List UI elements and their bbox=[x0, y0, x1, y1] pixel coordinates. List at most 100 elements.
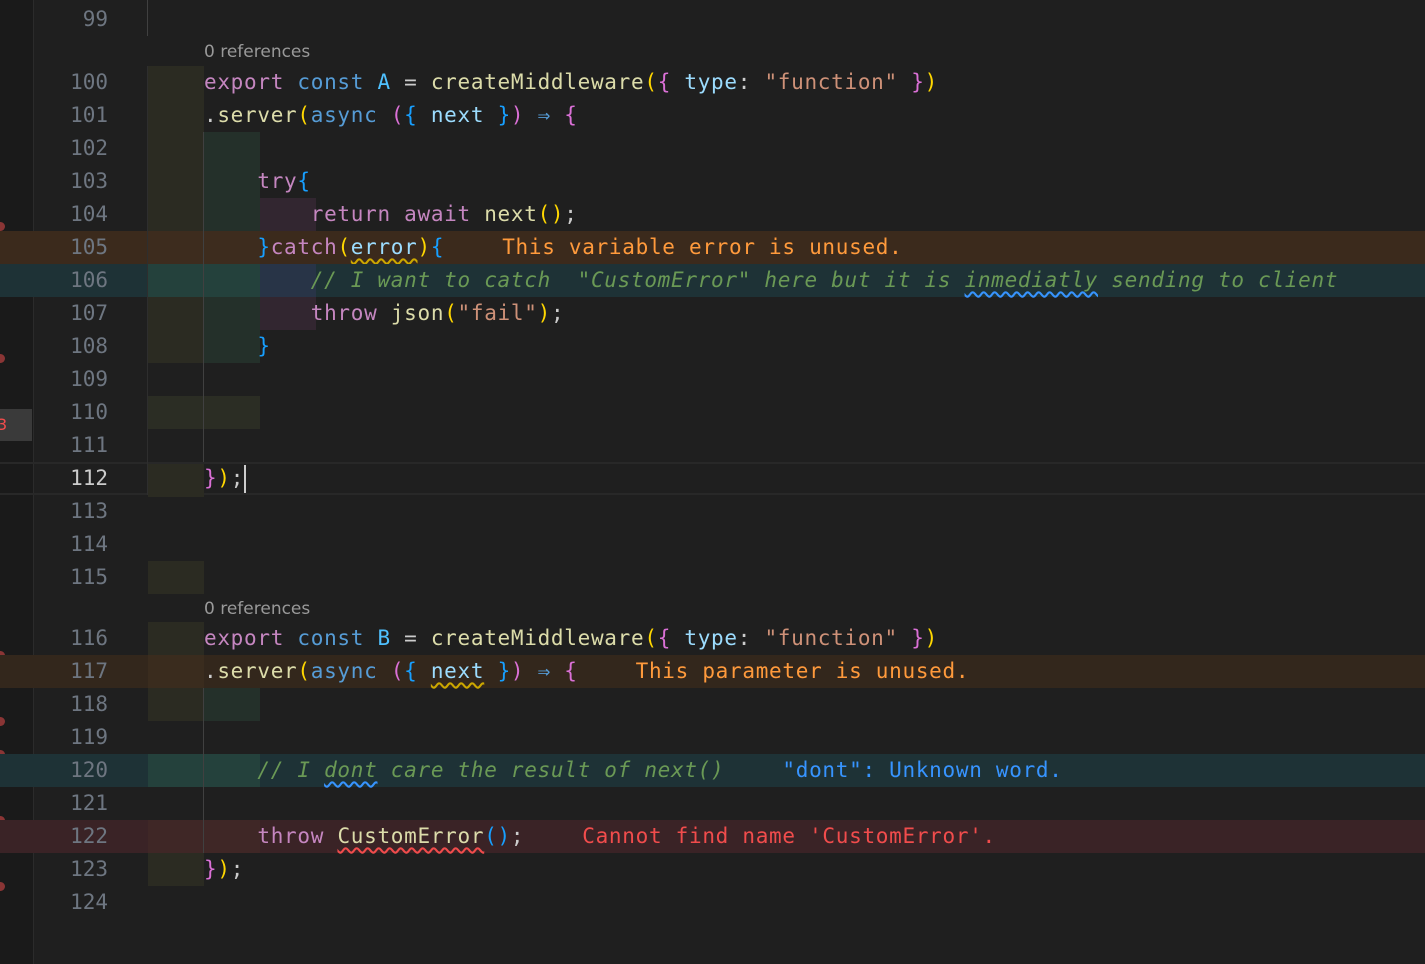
line-number[interactable]: 111 bbox=[40, 429, 108, 462]
indent-highlight bbox=[148, 561, 204, 594]
line-code[interactable]: export const B = createMiddleware({ type… bbox=[204, 622, 938, 655]
line-number[interactable]: 113 bbox=[40, 495, 108, 528]
line-number[interactable]: 107 bbox=[40, 297, 108, 330]
code-token: // I want to catch "CustomError" here bu… bbox=[310, 268, 965, 292]
line-number[interactable]: 110 bbox=[40, 396, 108, 429]
line-number[interactable]: 104 bbox=[40, 198, 108, 231]
code-line[interactable]: 117 .server(async ({ next }) ⇒ {This para… bbox=[0, 655, 1425, 688]
line-code[interactable]: }catch(error){This variable error is unu… bbox=[204, 231, 902, 264]
line-number[interactable]: 100 bbox=[40, 66, 108, 99]
line-code[interactable]: try{ bbox=[204, 165, 311, 198]
line-code[interactable]: throw CustomError(); Cannot find name 'Cu… bbox=[204, 820, 996, 853]
code-token: error bbox=[350, 235, 418, 259]
line-code[interactable]: } bbox=[204, 330, 271, 363]
code-token: ( bbox=[644, 70, 658, 94]
line-code[interactable]: }); bbox=[204, 462, 247, 495]
code-token: { bbox=[297, 169, 311, 193]
code-token: } bbox=[257, 235, 271, 259]
code-token: json bbox=[390, 301, 445, 325]
line-number[interactable]: 102 bbox=[40, 132, 108, 165]
line-number[interactable]: 115 bbox=[40, 561, 108, 594]
code-line[interactable]: 100 export const A = createMiddleware({ t… bbox=[0, 66, 1425, 99]
code-line[interactable]: 99 bbox=[0, 3, 1425, 36]
code-line[interactable]: 121 bbox=[0, 787, 1425, 820]
code-token: ) bbox=[217, 857, 231, 881]
line-number[interactable]: 121 bbox=[40, 787, 108, 820]
code-token: next bbox=[430, 659, 485, 683]
code-token: inmediatly bbox=[964, 268, 1098, 292]
line-number[interactable]: 112 bbox=[40, 462, 108, 495]
line-number[interactable]: 124 bbox=[40, 886, 108, 919]
code-line[interactable]: 101 .server(async ({ next }) ⇒ { bbox=[0, 99, 1425, 132]
code-editor[interactable]: 3 0 references 0 references 99 100 export … bbox=[0, 0, 1425, 964]
code-line[interactable]: 113 bbox=[0, 495, 1425, 528]
code-line[interactable]: 116 export const B = createMiddleware({ t… bbox=[0, 622, 1425, 655]
code-line[interactable]: 118 bbox=[0, 688, 1425, 721]
line-code[interactable]: // I dont care the result of next() "dont… bbox=[204, 754, 1063, 787]
code-line[interactable]: 107 throw json("fail"); bbox=[0, 297, 1425, 330]
line-number[interactable]: 116 bbox=[40, 622, 108, 655]
line-number[interactable]: 114 bbox=[40, 528, 108, 561]
code-token: { bbox=[657, 70, 672, 94]
code-line[interactable]: 109 bbox=[0, 363, 1425, 396]
code-line[interactable]: 102 bbox=[0, 132, 1425, 165]
line-number[interactable]: 122 bbox=[40, 820, 108, 853]
line-number[interactable]: 99 bbox=[40, 3, 108, 36]
line-number[interactable]: 118 bbox=[40, 688, 108, 721]
line-number[interactable]: 106 bbox=[40, 264, 108, 297]
line-number[interactable]: 105 bbox=[40, 231, 108, 264]
line-number[interactable]: 109 bbox=[40, 363, 108, 396]
code-token: . bbox=[204, 103, 218, 127]
code-line[interactable]: 111 bbox=[0, 429, 1425, 462]
indent-highlight bbox=[148, 688, 204, 721]
code-line[interactable]: 122 throw CustomError(); Cannot find name… bbox=[0, 820, 1425, 853]
code-line[interactable]: 105 }catch(error){This variable error is… bbox=[0, 231, 1425, 264]
code-line[interactable]: 112}); bbox=[0, 462, 1425, 497]
code-line[interactable]: 103 try{ bbox=[0, 165, 1425, 198]
codelens-references[interactable]: 0 references bbox=[204, 40, 310, 64]
code-line[interactable]: 120 // I dont care the result of next() "… bbox=[0, 754, 1425, 787]
code-line[interactable]: 115 bbox=[0, 561, 1425, 594]
codelens-references[interactable]: 0 references bbox=[204, 597, 310, 621]
line-number[interactable]: 103 bbox=[40, 165, 108, 198]
code-line[interactable]: 123}); bbox=[0, 853, 1425, 886]
code-token: createMiddleware bbox=[430, 70, 645, 94]
line-number[interactable]: 123 bbox=[40, 853, 108, 886]
line-number[interactable]: 117 bbox=[40, 655, 108, 688]
line-number[interactable]: 120 bbox=[40, 754, 108, 787]
line-code[interactable]: }); bbox=[204, 853, 244, 886]
code-token: async bbox=[310, 103, 378, 127]
code-line[interactable]: 106 // I want to catch "CustomError" her… bbox=[0, 264, 1425, 297]
code-line[interactable]: 110 bbox=[0, 396, 1425, 429]
line-code[interactable]: .server(async ({ next }) ⇒ {This paramet… bbox=[204, 655, 969, 688]
code-line[interactable]: 114 bbox=[0, 528, 1425, 561]
code-token: type bbox=[684, 70, 738, 94]
code-line[interactable]: 104 return await next(); bbox=[0, 198, 1425, 231]
code-token: care the result of next() bbox=[377, 758, 725, 782]
line-code[interactable]: .server(async ({ next }) ⇒ { bbox=[204, 99, 578, 132]
code-line[interactable]: 119 bbox=[0, 721, 1425, 754]
indent-highlight bbox=[148, 297, 204, 330]
code-line[interactable]: 108 } bbox=[0, 330, 1425, 363]
line-number[interactable]: 108 bbox=[40, 330, 108, 363]
indent-highlight bbox=[148, 464, 204, 497]
line-code[interactable]: return await next(); bbox=[204, 198, 578, 231]
line-code[interactable]: export const A = createMiddleware({ type… bbox=[204, 66, 938, 99]
line-code[interactable]: // I want to catch "CustomError" here bu… bbox=[204, 264, 1338, 297]
code-token: = bbox=[390, 70, 431, 94]
indent-highlight bbox=[148, 198, 204, 231]
line-number[interactable]: 101 bbox=[40, 99, 108, 132]
code-token: ( bbox=[297, 659, 311, 683]
code-token: "fail" bbox=[457, 301, 538, 325]
line-number[interactable]: 119 bbox=[40, 721, 108, 754]
line-code[interactable]: throw json("fail"); bbox=[204, 297, 564, 330]
code-token: const bbox=[297, 70, 365, 94]
code-line[interactable]: 124 bbox=[0, 886, 1425, 919]
code-token: () bbox=[537, 202, 565, 226]
code-token: { bbox=[564, 103, 578, 127]
